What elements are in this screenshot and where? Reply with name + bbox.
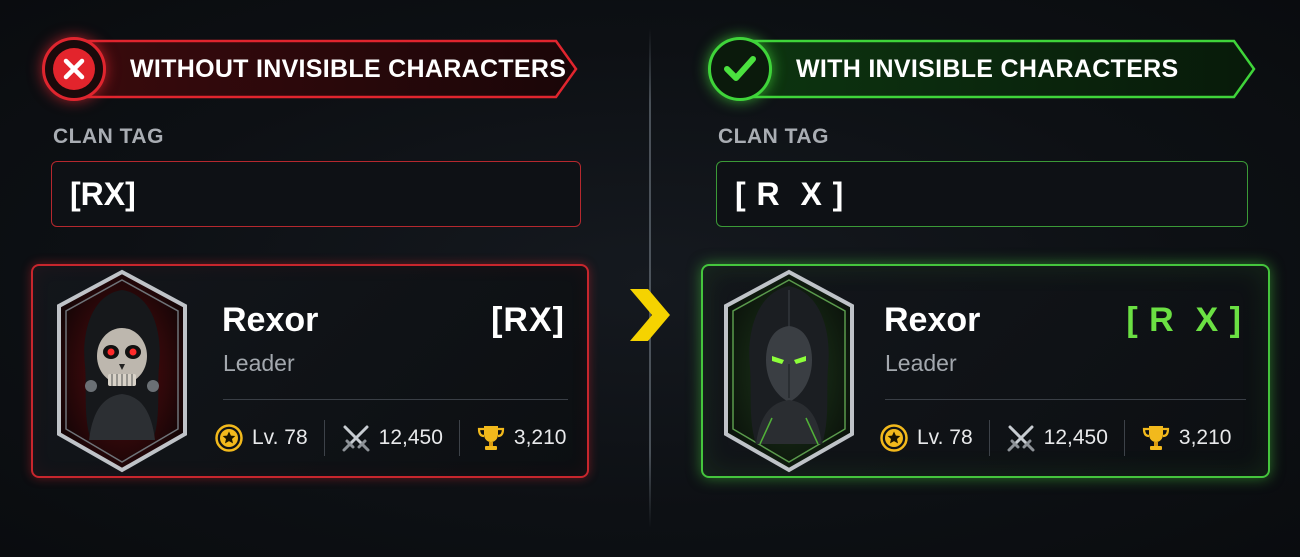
trophies-stat: 3,210 [1141, 418, 1232, 458]
header-title: WITHOUT INVISIBLE CHARACTERS [130, 54, 567, 83]
card-divider [223, 399, 568, 400]
stat-separator [1123, 420, 1125, 456]
skull-avatar [57, 269, 187, 473]
without-header-banner: WITHOUT INVISIBLE CHARACTERS [42, 37, 580, 101]
with-invisible-panel: WITH INVISIBLE CHARACTERS CLAN TAG [ R X… [650, 0, 1300, 557]
stat-separator [323, 420, 325, 456]
chevron-right-icon [630, 289, 670, 341]
level-value: Lv. 78 [917, 426, 973, 449]
player-name: Rexor [222, 301, 319, 339]
level-value: Lv. 78 [252, 426, 308, 449]
card-clan-tag: [RX] [491, 301, 565, 339]
player-role: Leader [885, 350, 957, 376]
level-stat: Lv. 78 [879, 418, 973, 458]
check-icon [708, 37, 772, 101]
card-clan-tag: [ R X ] [1126, 301, 1242, 339]
trophy-icon [476, 423, 506, 453]
player-stats: Lv. 78 12,450 3,210 [214, 418, 566, 458]
without-invisible-panel: WITHOUT INVISIBLE CHARACTERS CLAN TAG [R… [0, 0, 650, 557]
star-coin-icon [214, 423, 244, 453]
clan-tag-label: CLAN TAG [53, 125, 164, 148]
power-stat: 12,450 [1006, 418, 1108, 458]
player-role: Leader [223, 350, 295, 376]
card-divider [885, 399, 1246, 400]
player-name: Rexor [884, 301, 981, 339]
trophies-value: 3,210 [1178, 426, 1232, 449]
player-stats: Lv. 78 12,450 3,210 [879, 418, 1231, 458]
clan-tag-input[interactable]: [ R X ] [716, 161, 1248, 227]
player-card: Rexor Leader [ R X ] Lv. 78 12,450 3,210 [701, 264, 1270, 478]
trophies-value: 3,210 [513, 426, 567, 449]
x-icon [42, 37, 106, 101]
star-coin-icon [879, 423, 909, 453]
player-card: Rexor Leader [RX] Lv. 78 12,450 3,210 [31, 264, 589, 478]
crossed-swords-icon [1006, 423, 1036, 453]
header-title: WITH INVISIBLE CHARACTERS [796, 54, 1179, 83]
stat-separator [458, 420, 460, 456]
trophies-stat: 3,210 [476, 418, 567, 458]
trophy-icon [1141, 423, 1171, 453]
with-header-banner: WITH INVISIBLE CHARACTERS [708, 37, 1258, 101]
clan-tag-input[interactable]: [RX] [51, 161, 581, 227]
clan-tag-label: CLAN TAG [718, 125, 829, 148]
power-value: 12,450 [378, 426, 443, 449]
stat-separator [988, 420, 990, 456]
crossed-swords-icon [341, 423, 371, 453]
hooded-avatar [724, 269, 854, 473]
power-value: 12,450 [1043, 426, 1108, 449]
power-stat: 12,450 [341, 418, 443, 458]
level-stat: Lv. 78 [214, 418, 308, 458]
